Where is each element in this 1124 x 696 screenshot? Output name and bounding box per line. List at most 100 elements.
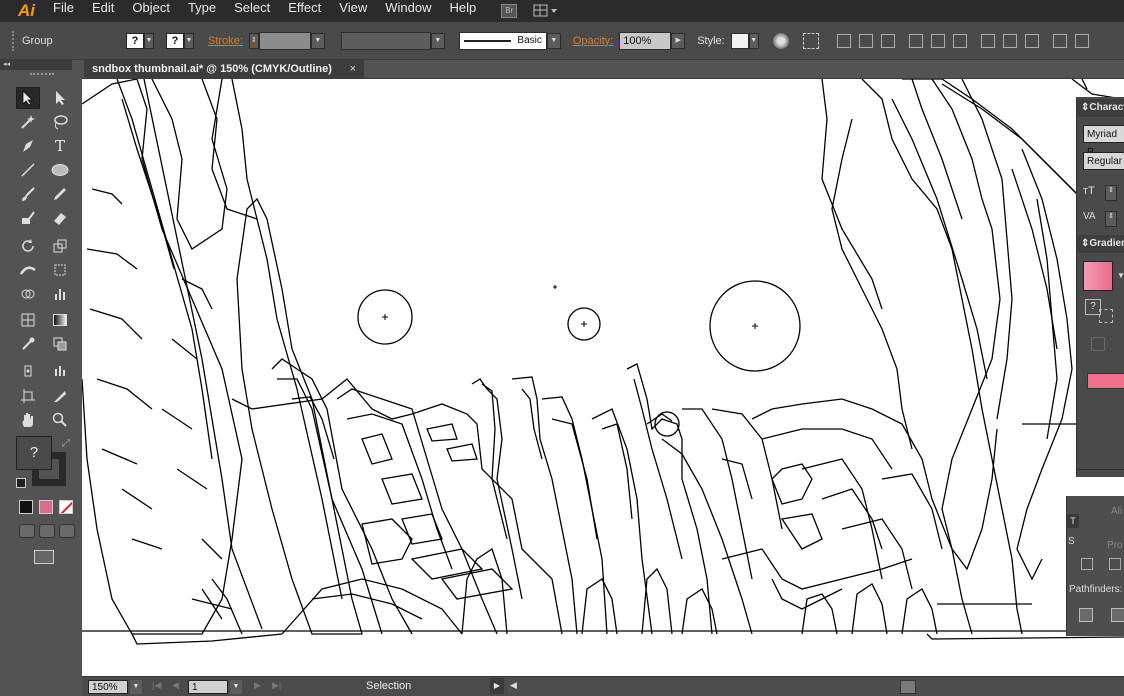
aspect-ratio-icon[interactable] <box>1091 337 1105 351</box>
selection-tool[interactable] <box>16 87 40 109</box>
next-artboard-icon[interactable]: ▶ <box>254 680 261 691</box>
artboard-tool[interactable] <box>16 385 40 407</box>
menu-view[interactable]: View <box>330 0 376 22</box>
default-fill-stroke-icon[interactable] <box>16 478 26 488</box>
stroke-weight-input[interactable] <box>258 31 311 50</box>
menu-select[interactable]: Select <box>225 0 279 22</box>
scrollbar-thumb[interactable] <box>900 680 916 694</box>
screen-mode-icon[interactable] <box>34 550 54 564</box>
pencil-tool[interactable] <box>48 183 72 205</box>
brush-dropdown[interactable]: ▼ <box>546 32 561 49</box>
fill-stroke-widget[interactable]: ? ⤢ <box>16 436 76 492</box>
opacity-dropdown[interactable]: ▶ <box>671 32 686 49</box>
divide-icon[interactable] <box>1079 608 1093 622</box>
opacity-input[interactable]: 100% <box>619 31 672 50</box>
align-left-icon[interactable] <box>836 33 851 48</box>
stroke-weight-dropdown[interactable]: ▼ <box>310 32 325 49</box>
zoom-tool[interactable] <box>48 409 72 431</box>
transform-icon[interactable] <box>802 32 819 49</box>
style-dropdown[interactable]: ▼ <box>748 32 759 49</box>
stroke-label[interactable]: Stroke: <box>208 35 243 47</box>
width-tool[interactable] <box>16 259 40 281</box>
variable-width-profile[interactable] <box>340 31 431 50</box>
distribute-bottom-icon[interactable] <box>1024 33 1039 48</box>
swap-fill-stroke-icon[interactable]: ⤢ <box>62 438 70 449</box>
distribute-center-icon[interactable] <box>1002 33 1017 48</box>
artboard-dropdown[interactable]: ▼ <box>230 680 242 694</box>
menu-type[interactable]: Type <box>179 0 225 22</box>
distribute-hcenter-icon[interactable] <box>1074 33 1089 48</box>
align-center-icon[interactable] <box>858 33 873 48</box>
gradient-swatch[interactable] <box>1083 261 1113 291</box>
eraser-tool[interactable] <box>48 207 72 229</box>
menu-effect[interactable]: Effect <box>279 0 330 22</box>
shape-mode-icon[interactable] <box>1081 558 1093 570</box>
free-transform-tool[interactable] <box>48 259 72 281</box>
align-bottom-icon[interactable] <box>952 33 967 48</box>
graph-tool[interactable] <box>48 283 72 305</box>
scroll-left-icon[interactable]: ◀ <box>510 680 517 691</box>
draw-behind-icon[interactable] <box>39 524 55 538</box>
close-tab-icon[interactable]: × <box>350 60 356 79</box>
distribute-left-icon[interactable] <box>1052 33 1067 48</box>
color-mode-button[interactable] <box>19 500 33 514</box>
font-style-field[interactable]: Regular <box>1083 152 1124 170</box>
stroke-dropdown[interactable]: ▼ <box>184 32 194 49</box>
direct-selection-tool[interactable] <box>48 87 72 109</box>
trim-icon[interactable] <box>1111 608 1124 622</box>
draw-inside-icon[interactable] <box>59 524 75 538</box>
gradient-tool[interactable] <box>48 309 72 331</box>
type-tool[interactable]: T <box>48 135 72 157</box>
horizontal-scrollbar[interactable]: ◀ <box>508 679 1124 695</box>
opacity-label[interactable]: Opacity: <box>573 35 613 47</box>
previous-artboard-icon[interactable]: ◀ <box>172 680 179 691</box>
stroke-swatch[interactable]: ? <box>166 32 184 49</box>
pen-tool[interactable] <box>16 135 40 157</box>
gradient-type-dropdown-icon[interactable]: ▼ <box>1117 271 1124 280</box>
column-graph-tool[interactable] <box>48 359 72 381</box>
scale-tool[interactable] <box>48 235 72 257</box>
menu-file[interactable]: File <box>44 0 83 22</box>
first-artboard-icon[interactable]: |◀ <box>152 680 161 691</box>
menu-edit[interactable]: Edit <box>83 0 123 22</box>
brush-definition[interactable]: Basic <box>458 31 547 50</box>
artboard-canvas[interactable] <box>82 79 1124 676</box>
lasso-tool[interactable] <box>48 111 72 133</box>
fill-box[interactable]: ? <box>16 436 52 470</box>
magic-wand-tool[interactable] <box>16 111 40 133</box>
transform-tab[interactable]: T <box>1067 514 1079 528</box>
blend-tool[interactable] <box>48 333 72 355</box>
zoom-dropdown[interactable]: ▼ <box>130 680 142 694</box>
draw-normal-icon[interactable] <box>19 524 35 538</box>
eyedropper-tool[interactable] <box>16 333 40 355</box>
fill-dropdown[interactable]: ▼ <box>144 32 154 49</box>
font-family-field[interactable]: Myriad P <box>1083 125 1124 158</box>
align-top-icon[interactable] <box>908 33 923 48</box>
stroke-weight-stepper[interactable]: ⇕ <box>248 32 259 49</box>
ellipse-tool[interactable] <box>48 159 72 181</box>
last-artboard-icon[interactable]: ▶| <box>272 680 281 691</box>
bridge-icon[interactable]: Br <box>501 4 518 18</box>
menu-window[interactable]: Window <box>376 0 440 22</box>
menu-help[interactable]: Help <box>440 0 485 22</box>
gradient-panel-header[interactable]: ⇕Gradien <box>1077 235 1124 253</box>
character-panel-header[interactable]: ⇕Charact <box>1077 99 1124 117</box>
style-swatch[interactable] <box>730 32 749 49</box>
gradient-slider-bar[interactable] <box>1087 373 1124 389</box>
align-right-icon[interactable] <box>880 33 895 48</box>
paintbrush-tool[interactable] <box>16 183 40 205</box>
zoom-field[interactable]: 150% <box>88 680 128 694</box>
artboard-number-field[interactable]: 1 <box>188 680 228 694</box>
status-menu-icon[interactable]: ▶ <box>490 678 504 694</box>
slice-tool[interactable] <box>48 385 72 407</box>
font-size-stepper[interactable]: ⇕ <box>1105 185 1117 201</box>
gradient-angle-icon[interactable] <box>1099 309 1113 323</box>
fill-swatch[interactable]: ? <box>126 32 144 49</box>
document-tab[interactable]: sndbox thumbnail.ai* @ 150% (CMYK/Outlin… <box>84 60 364 79</box>
none-mode-button[interactable] <box>59 500 73 514</box>
hand-tool[interactable] <box>16 409 40 431</box>
shape-mode-icon-2[interactable] <box>1109 558 1121 570</box>
menu-object[interactable]: Object <box>123 0 179 22</box>
distribute-top-icon[interactable] <box>980 33 995 48</box>
recolor-artwork-icon[interactable] <box>772 32 789 49</box>
